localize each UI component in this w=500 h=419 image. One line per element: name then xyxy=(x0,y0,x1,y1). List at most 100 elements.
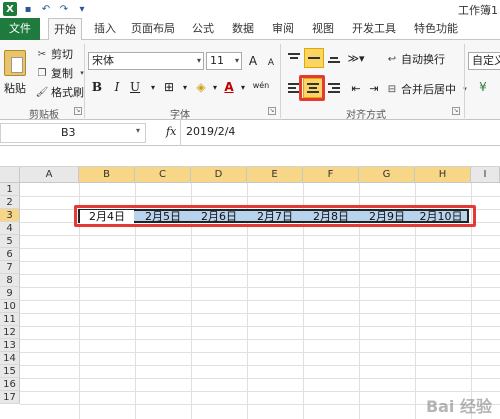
grid-line xyxy=(20,196,500,197)
row-header-12[interactable]: 12 xyxy=(0,326,20,339)
tab-home[interactable]: 开始 xyxy=(48,18,82,41)
row-header-8[interactable]: 8 xyxy=(0,274,20,287)
tab-view[interactable]: 视图 xyxy=(306,18,340,40)
bold-button[interactable]: B xyxy=(88,78,106,96)
row-header-6[interactable]: 6 xyxy=(0,248,20,261)
number-format-select[interactable]: 自定义 xyxy=(468,52,500,70)
select-all-corner[interactable] xyxy=(0,167,20,183)
middle-align-button[interactable] xyxy=(304,48,324,68)
formula-bar: B3 ▾ fx 2019/2/4 xyxy=(0,120,500,146)
row-header-4[interactable]: 4 xyxy=(0,222,20,235)
chevron-down-icon[interactable]: ▾ xyxy=(136,126,140,135)
orientation-button[interactable]: ≫▾ xyxy=(346,48,366,68)
underline-button[interactable]: U xyxy=(126,78,144,96)
clipboard-group-label: 剪贴板 xyxy=(29,110,59,121)
tab-insert[interactable]: 插入 xyxy=(88,18,122,40)
orientation-icon: ≫▾ xyxy=(347,51,365,65)
column-header-g[interactable]: G xyxy=(359,167,415,183)
grid-line xyxy=(20,313,500,314)
tab-file[interactable]: 文件 xyxy=(0,18,40,40)
row-header-13[interactable]: 13 xyxy=(0,339,20,352)
grid-line xyxy=(20,365,500,366)
merge-center-button[interactable]: ⊟ 合并后居中 ▾ xyxy=(386,80,471,98)
chevron-down-icon: ▾ xyxy=(80,69,84,77)
merge-center-label: 合并后居中 xyxy=(401,83,456,96)
phonetic-guide-button[interactable]: wén xyxy=(250,76,272,94)
tab-data[interactable]: 数据 xyxy=(226,18,260,40)
insert-function-button[interactable]: fx xyxy=(166,125,176,138)
grid-line xyxy=(20,391,500,392)
font-size-value: 11 xyxy=(210,54,224,67)
increase-indent-icon: ⇥ xyxy=(369,81,379,95)
tab-page-layout[interactable]: 页面布局 xyxy=(128,18,178,40)
window-title: 工作簿1 xyxy=(458,4,498,17)
row-header-10[interactable]: 10 xyxy=(0,300,20,313)
brush-icon: 🖌 xyxy=(35,86,49,98)
currency-icon[interactable]: ¥ xyxy=(474,78,492,96)
formula-input[interactable]: 2019/2/4 xyxy=(186,125,235,138)
tab-formulas[interactable]: 公式 xyxy=(186,18,220,40)
row-header-5[interactable]: 5 xyxy=(0,235,20,248)
bottom-align-button[interactable] xyxy=(324,48,344,68)
shrink-font-button[interactable]: A xyxy=(262,54,280,72)
grid-line xyxy=(20,261,500,262)
row-header-11[interactable]: 11 xyxy=(0,313,20,326)
column-header-f[interactable]: F xyxy=(303,167,359,183)
row-header-14[interactable]: 14 xyxy=(0,352,20,365)
ribbon: 粘贴 ✂ 剪切 ❐ 复制 ▾ 🖌 格式刷 剪贴板 ↘ 宋体 ▾ 11 ▾ A A… xyxy=(0,40,500,121)
paste-button[interactable]: 粘贴 xyxy=(4,80,26,96)
row-header-3[interactable]: 3 xyxy=(0,209,20,222)
range-highlight xyxy=(74,205,476,227)
grid-line xyxy=(20,248,500,249)
copy-button[interactable]: ❐ 复制 ▾ xyxy=(36,65,88,81)
italic-button[interactable]: I xyxy=(108,78,126,96)
redo-icon[interactable]: ↷ xyxy=(57,2,71,16)
row-header-15[interactable]: 15 xyxy=(0,365,20,378)
column-header-h[interactable]: H xyxy=(415,167,471,183)
font-size-select[interactable]: 11 ▾ xyxy=(206,52,242,70)
row-header-17[interactable]: 17 xyxy=(0,391,20,404)
baidu-watermark: Bai 经验 xyxy=(425,397,492,416)
ribbon-tabs: 文件 开始 插入 页面布局 公式 数据 审阅 视图 开发工具 特色功能 xyxy=(0,18,500,41)
column-header-i[interactable]: I xyxy=(471,167,500,183)
tab-features[interactable]: 特色功能 xyxy=(408,18,464,40)
increase-indent-button[interactable]: ⇥ xyxy=(364,78,384,98)
font-name-select[interactable]: 宋体 ▾ xyxy=(88,52,204,70)
cut-label: 剪切 xyxy=(51,48,73,61)
chevron-down-icon: ▾ xyxy=(196,56,201,65)
align-right-button[interactable] xyxy=(324,78,344,98)
column-header-d[interactable]: D xyxy=(191,167,247,183)
grow-font-button[interactable]: A xyxy=(244,52,262,70)
customize-chevron-down-icon[interactable]: ▾ xyxy=(75,2,89,16)
tab-developer[interactable]: 开发工具 xyxy=(346,18,402,40)
save-icon[interactable]: ▪ xyxy=(21,2,35,16)
cut-button[interactable]: ✂ 剪切 xyxy=(36,46,73,62)
row-header-7[interactable]: 7 xyxy=(0,261,20,274)
font-name-value: 宋体 xyxy=(92,54,114,67)
row-header-1[interactable]: 1 xyxy=(0,183,20,196)
decrease-indent-button[interactable]: ⇤ xyxy=(346,78,366,98)
row-header-2[interactable]: 2 xyxy=(0,196,20,209)
undo-icon[interactable]: ↶ xyxy=(39,2,53,16)
row-header-16[interactable]: 16 xyxy=(0,378,20,391)
column-header-a[interactable]: A xyxy=(20,167,79,183)
tab-review[interactable]: 审阅 xyxy=(266,18,300,40)
font-launcher-icon[interactable]: ↘ xyxy=(268,107,276,115)
wrap-text-button[interactable]: ↩ 自动换行 xyxy=(386,50,445,68)
column-header-c[interactable]: C xyxy=(135,167,191,183)
number-format-value: 自定义 xyxy=(472,54,500,67)
row-header-9[interactable]: 9 xyxy=(0,287,20,300)
column-header-b[interactable]: B xyxy=(79,167,135,183)
font-group-label: 字体 xyxy=(170,110,190,121)
top-align-button[interactable] xyxy=(284,48,304,68)
name-box[interactable]: B3 xyxy=(0,123,146,143)
grid-line xyxy=(20,378,500,379)
formula-bar-expanded-area xyxy=(0,146,500,167)
format-painter-button[interactable]: 🖌 格式刷 xyxy=(36,84,84,100)
column-header-e[interactable]: E xyxy=(247,167,303,183)
clipboard-launcher-icon[interactable]: ↘ xyxy=(74,107,82,115)
wrap-text-label: 自动换行 xyxy=(401,53,445,66)
alignment-launcher-icon[interactable]: ↘ xyxy=(452,107,460,115)
paste-icon[interactable] xyxy=(4,50,26,76)
decrease-indent-icon: ⇤ xyxy=(351,81,361,95)
